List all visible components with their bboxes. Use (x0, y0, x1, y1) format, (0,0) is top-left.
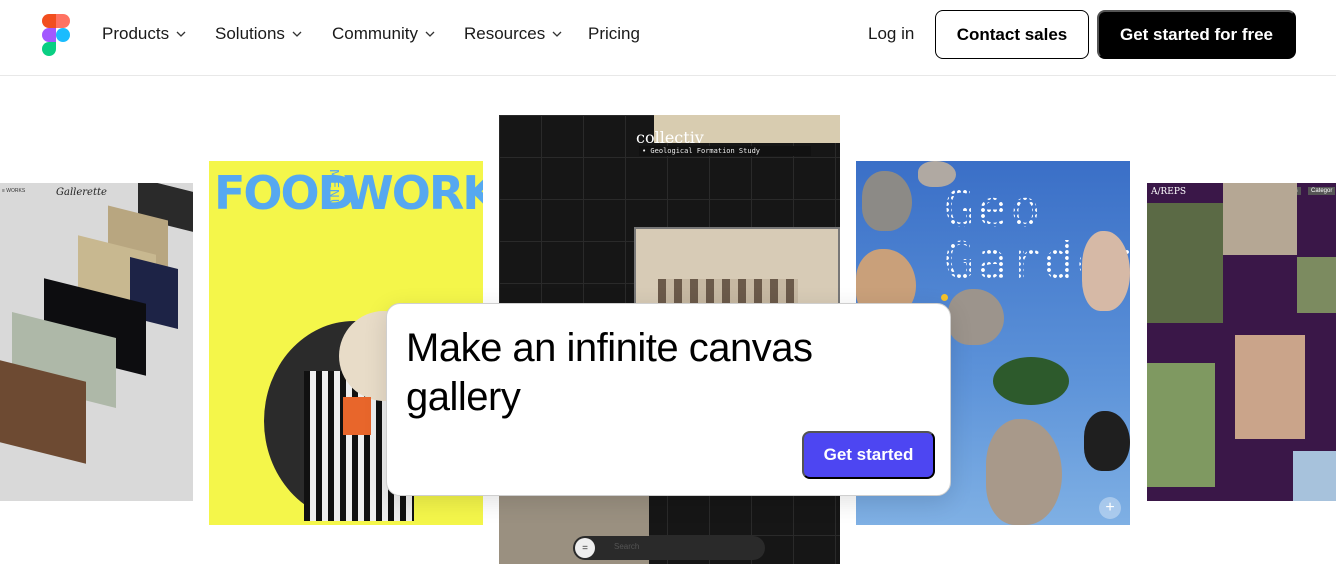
nav-resources-label: Resources (464, 24, 546, 43)
marker-dot (941, 294, 948, 301)
hand-photo (1235, 335, 1305, 439)
obsidian-image (1084, 411, 1130, 471)
add-icon[interactable]: + (1099, 497, 1121, 519)
nav-pricing-label: Pricing (588, 24, 640, 43)
geo-title-line1: Geo (944, 180, 1044, 238)
chevron-down-icon (425, 31, 435, 37)
crystal-image (1082, 231, 1130, 311)
nav-community[interactable]: Community (332, 24, 436, 44)
chevron-down-icon (292, 31, 302, 37)
portrait-photo (1223, 183, 1297, 255)
dialog-heading: Make an infinite canvas gallery (406, 326, 813, 419)
horse-photo (1147, 203, 1223, 323)
canvas-gallery-dialog: Make an infinite canvas gallery Get star… (386, 303, 951, 496)
arrow-graphic (343, 397, 371, 435)
chevron-down-icon (552, 31, 562, 37)
chevron-down-icon (176, 31, 186, 37)
gallery-search-bar[interactable]: = Search (573, 536, 765, 560)
collective-title: collectiv (636, 128, 704, 147)
top-navigation: Products Solutions Community Resources P… (0, 0, 1336, 76)
nav-pricing[interactable]: Pricing (588, 24, 640, 44)
gallery-search-placeholder: Search (614, 542, 640, 551)
menu-vertical-label: MENU (327, 169, 341, 209)
collective-subtitle: • Geological Formation Study (639, 146, 811, 156)
contact-sales-button[interactable]: Contact sales (935, 10, 1089, 59)
login-link[interactable]: Log in (868, 24, 914, 44)
get-started-free-button[interactable]: Get started for free (1097, 10, 1296, 59)
nav-resources[interactable]: Resources (464, 24, 563, 44)
get-started-button[interactable]: Get started (802, 431, 935, 479)
gallerette-menu-text: ≡ WORKS (2, 188, 26, 194)
reps-title: A/REPS (1151, 187, 1187, 197)
search-menu-icon[interactable]: = (575, 538, 595, 558)
grass-photo (1297, 257, 1336, 313)
rock-image (948, 289, 1004, 345)
field-photo (1147, 363, 1215, 487)
figma-logo-icon[interactable] (42, 14, 70, 56)
sky-photo (1293, 451, 1336, 501)
stacked-stones-image (986, 419, 1062, 525)
rock-image (862, 171, 912, 231)
gallerette-title: Gallerette (56, 187, 107, 198)
gallery-card-reps[interactable]: A/REPS Artists Categor (1147, 183, 1336, 501)
nav-products-label: Products (102, 24, 170, 43)
nav-products[interactable]: Products (102, 24, 187, 44)
gallery-card-gallerette[interactable]: ≡ WORKS Gallerette (0, 183, 193, 501)
tab-categories[interactable]: Categor (1308, 187, 1336, 195)
moss-image (993, 357, 1069, 405)
nav-community-label: Community (332, 24, 418, 43)
nav-solutions-label: Solutions (215, 24, 285, 43)
rock-image (918, 161, 956, 187)
nav-solutions[interactable]: Solutions (215, 24, 303, 44)
works-word: WORKS (343, 166, 483, 220)
